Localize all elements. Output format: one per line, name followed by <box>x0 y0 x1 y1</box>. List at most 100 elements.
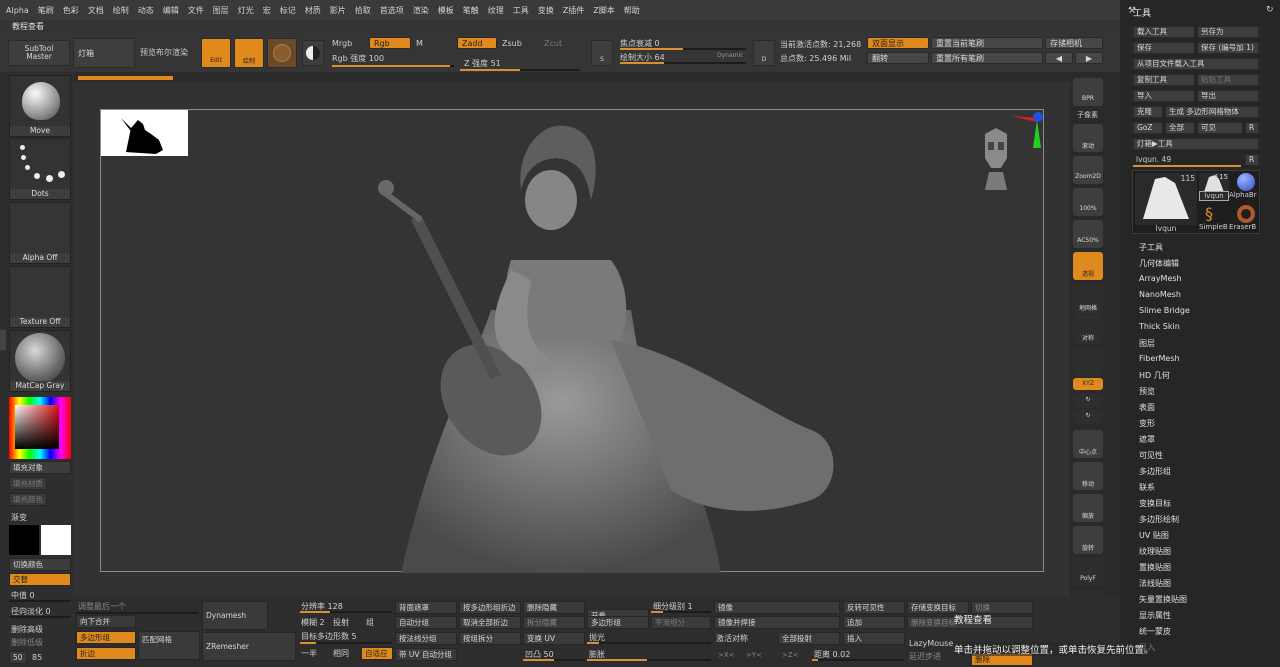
main-color-swatch[interactable] <box>9 525 39 555</box>
flip-button[interactable]: 翻转 <box>867 52 929 64</box>
switch-color-button[interactable]: 切换颜色 <box>9 558 71 571</box>
menu-item[interactable]: 图层 <box>213 5 229 16</box>
tool-subpalette-item[interactable]: 可见性 <box>1139 450 1163 461</box>
uv-transform-button[interactable]: 变换 UV <box>523 632 585 645</box>
tool-subpalette-item[interactable]: 子工具 <box>1139 242 1163 253</box>
value-85-label[interactable]: 85 <box>32 653 42 662</box>
tray-collapse-handle[interactable] <box>0 330 6 350</box>
draw-button[interactable]: 绘制 <box>234 38 264 68</box>
sculpt-mode-button[interactable] <box>267 38 297 68</box>
menu-item[interactable]: 标记 <box>280 5 296 16</box>
resolution-slider[interactable] <box>300 611 392 613</box>
activate-sym-label[interactable]: 激活对称 <box>716 633 748 644</box>
lvqun-slider-label[interactable]: lvqun. 49 <box>1136 155 1171 164</box>
menu-item[interactable]: 模板 <box>438 5 454 16</box>
mirror-weld-button[interactable]: 镜像并焊接 <box>714 616 840 629</box>
zadd-button[interactable]: Zadd <box>457 37 497 49</box>
append-button[interactable]: 追加 <box>843 616 905 629</box>
subtool-master-button[interactable]: SubTool Master <box>8 40 70 66</box>
rgb-intensity-slider[interactable] <box>332 65 454 67</box>
inflate-slider[interactable] <box>587 659 711 661</box>
thumb-lvqun-large[interactable]: 115 <box>1135 173 1197 225</box>
split-hidden-button[interactable]: 拆分隐藏 <box>523 616 585 629</box>
crease-by-polygroup-button[interactable]: 按多边形组折边 <box>459 601 521 614</box>
menu-item[interactable]: 动态 <box>138 5 154 16</box>
group-by-normals-button[interactable]: 按法线分组 <box>395 632 457 645</box>
concave-slider[interactable] <box>523 659 585 661</box>
save-button[interactable]: 保存 <box>1133 42 1195 54</box>
save-numbered-button[interactable]: 保存 (编号加 1) <box>1197 42 1259 54</box>
tool-subpalette-item[interactable]: 纹理贴图 <box>1139 546 1171 557</box>
symmetry-button[interactable]: 对称 <box>1073 316 1103 344</box>
color-square[interactable] <box>15 405 59 449</box>
focal-s-button[interactable]: S <box>591 40 613 66</box>
tool-subpalette-item[interactable]: 矢量置换贴图 <box>1139 594 1187 605</box>
z-intensity-slider[interactable] <box>460 69 580 71</box>
tool-subpalette-item[interactable]: 置换贴图 <box>1139 562 1171 573</box>
scroll-button[interactable]: 滚动 <box>1073 124 1103 152</box>
focal-shift-slider[interactable] <box>620 48 746 50</box>
make-polymesh-button[interactable]: 生成 多边形网格物体 <box>1165 106 1259 118</box>
polyf-button[interactable]: PolyF <box>1073 558 1103 586</box>
project-label[interactable]: 投射 <box>333 617 349 628</box>
tool-subpalette-item[interactable]: Slime Bridge <box>1139 306 1190 315</box>
delete-lower-label[interactable]: 删除低级 <box>11 637 43 648</box>
visible-button[interactable]: 可见 <box>1197 122 1243 134</box>
move-button[interactable]: 移动 <box>1073 462 1103 490</box>
gradient-label[interactable]: 渐变 <box>11 512 27 523</box>
dynamesh-button[interactable]: Dynamesh <box>202 601 268 630</box>
menu-item[interactable]: 文档 <box>88 5 104 16</box>
blur-label[interactable]: 模糊 2 <box>301 617 325 628</box>
menu-item[interactable]: 变换 <box>538 5 554 16</box>
m-label[interactable]: M <box>416 39 423 48</box>
double-sided-button[interactable]: 双面显示 <box>867 37 929 49</box>
adjust-last-label[interactable]: 调整最后一个 <box>78 601 126 612</box>
rotate-y-button[interactable]: ↻ <box>1073 394 1103 408</box>
same-label[interactable]: 相同 <box>333 648 349 659</box>
tool-subpalette-item[interactable]: UV 贴图 <box>1139 530 1169 541</box>
floor-grid-button[interactable]: 地网格 <box>1073 286 1103 314</box>
material-selector[interactable]: MatCap Gray <box>9 330 71 392</box>
reset-brush-button[interactable]: 重置当前笔刷 <box>931 37 1043 49</box>
bpr-button[interactable]: BPR <box>1073 78 1103 106</box>
menu-item[interactable]: 影片 <box>330 5 346 16</box>
subdiv-level-slider[interactable] <box>651 611 711 613</box>
merge-down-button[interactable]: 向下合并 <box>76 615 136 628</box>
sculpt-model[interactable] <box>341 110 861 573</box>
zoom2d-button[interactable]: Zoom2D <box>1073 156 1103 184</box>
lightbox-tool-button[interactable]: 灯箱▶工具 <box>1133 138 1259 150</box>
camera-prev-button[interactable]: ◀ <box>1045 52 1073 64</box>
local-sym-button[interactable] <box>1073 348 1103 376</box>
adjust-last-slider[interactable] <box>76 612 198 614</box>
mrgb-label[interactable]: Mrgb <box>332 39 352 48</box>
uv-auto-group-button[interactable]: 带 UV 自动分组 <box>395 648 457 661</box>
eraser-brush-icon[interactable] <box>1237 205 1255 223</box>
ac50-button[interactable]: AC50% <box>1073 220 1103 248</box>
subpixel-label[interactable]: 子像素 <box>1077 110 1098 120</box>
alpha-brush-icon[interactable] <box>1237 173 1255 191</box>
r2-button[interactable]: R <box>1245 154 1259 166</box>
z-intensity-label[interactable]: Z 强度 51 <box>464 58 501 69</box>
zcut-label[interactable]: Zcut <box>544 39 562 48</box>
split-group-button[interactable]: 按组拆分 <box>459 632 521 645</box>
camera-next-button[interactable]: ▶ <box>1075 52 1103 64</box>
navigator-thumbnail[interactable] <box>101 110 188 156</box>
fill-object-button[interactable]: 填充对象 <box>9 461 71 474</box>
color-picker[interactable] <box>9 397 71 459</box>
load-from-project-button[interactable]: 从项目文件载入工具 <box>1133 58 1259 70</box>
reverse-visible-button[interactable]: 反转可见性 <box>843 601 905 614</box>
all-button[interactable]: 全部 <box>1165 122 1195 134</box>
fill-color-button[interactable]: 填充颜色 <box>9 493 47 506</box>
smooth-subdiv-button[interactable]: 平滑细分 <box>651 616 711 629</box>
copy-tool-button[interactable]: 复制工具 <box>1133 74 1195 86</box>
actual-size-button[interactable]: 100% <box>1073 188 1103 216</box>
target-poly-slider[interactable] <box>300 642 392 644</box>
tool-panel-header[interactable]: 工具 <box>1133 6 1151 19</box>
tool-subpalette-item[interactable]: HD 几何 <box>1139 370 1170 381</box>
simple-brush-icon[interactable]: § <box>1205 205 1223 223</box>
fill-material-button[interactable]: 填充材质 <box>9 477 47 490</box>
insert-button[interactable]: 插入 <box>843 632 905 645</box>
tool-subpalette-item[interactable]: 统一蒙皮 <box>1139 626 1171 637</box>
menu-item[interactable]: 绘制 <box>113 5 129 16</box>
material-switch-button[interactable] <box>302 40 324 66</box>
